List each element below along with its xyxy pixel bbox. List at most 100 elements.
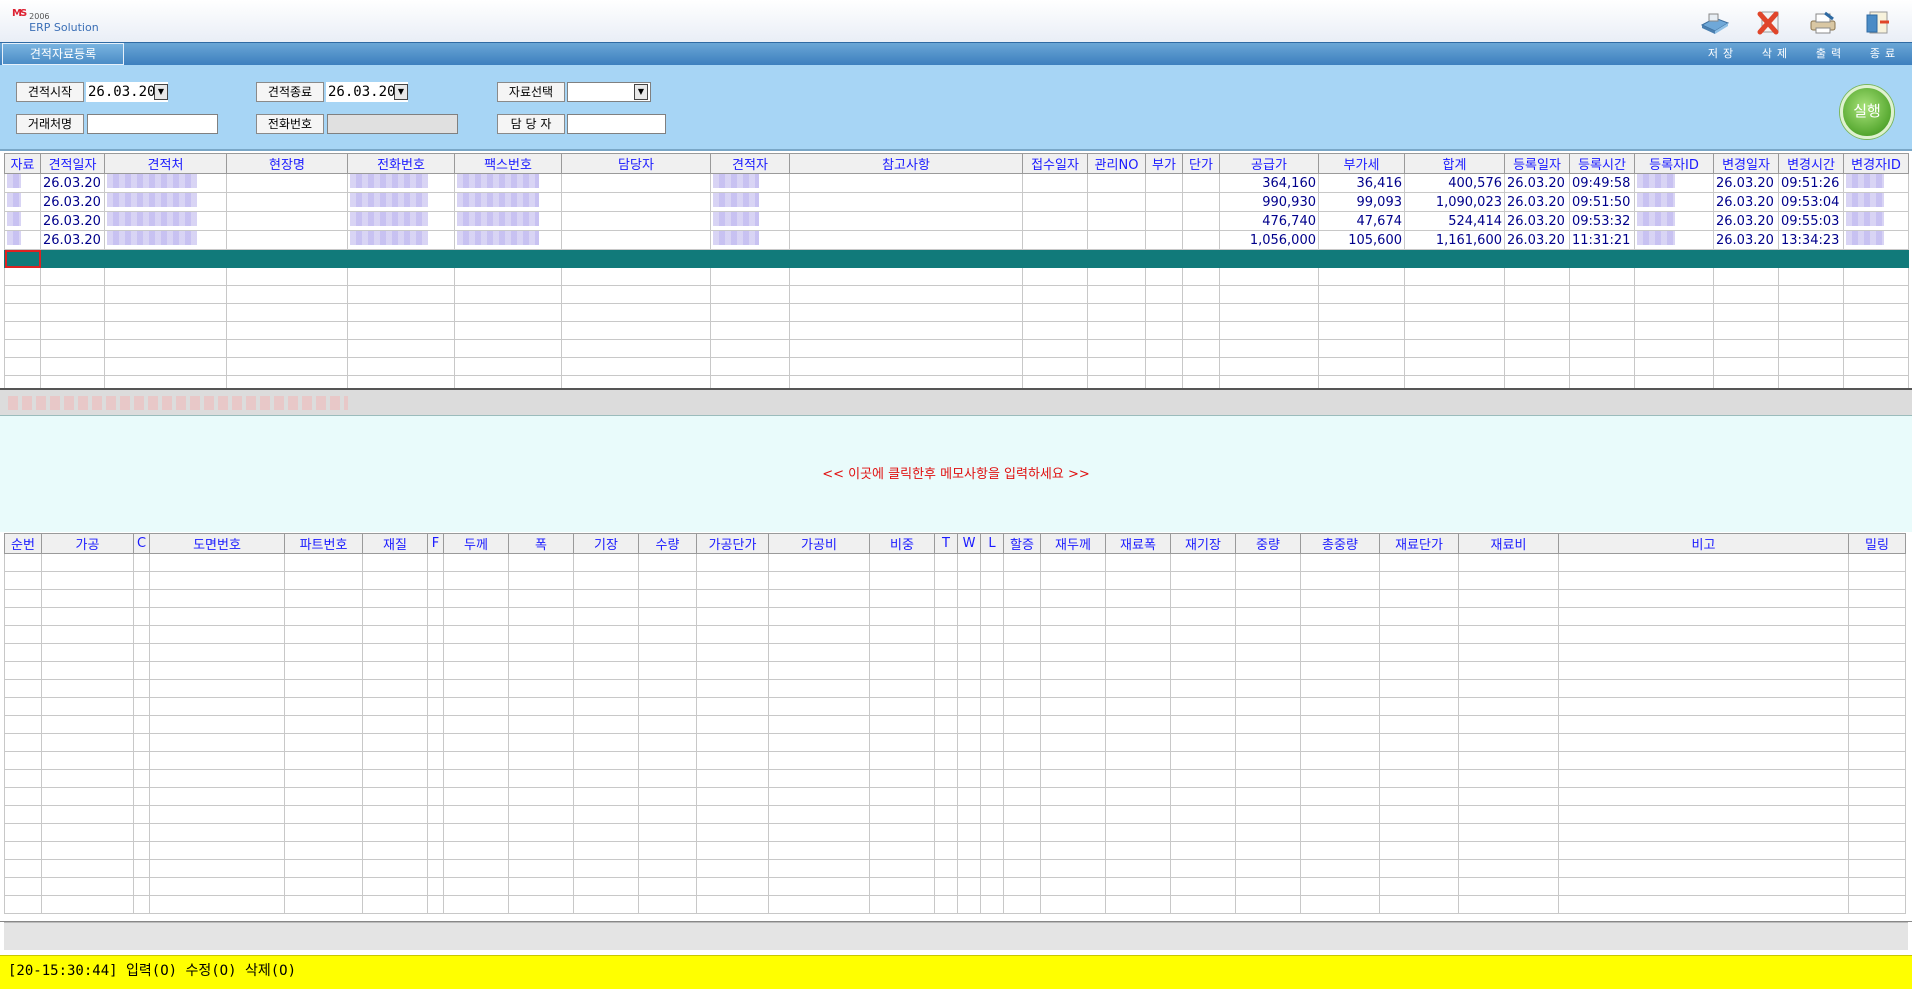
table-cell[interactable] (561, 173, 711, 193)
table-cell[interactable] (1300, 589, 1380, 608)
table-cell[interactable] (638, 589, 697, 608)
table-cell[interactable] (980, 787, 1004, 806)
table-cell[interactable] (1778, 267, 1844, 286)
table-cell[interactable] (133, 787, 150, 806)
table-cell[interactable] (869, 841, 935, 860)
table-cell[interactable] (1105, 859, 1171, 878)
table-cell[interactable] (638, 823, 697, 842)
table-cell[interactable] (1713, 375, 1779, 388)
table-cell[interactable] (1458, 733, 1559, 752)
table-cell[interactable] (1170, 607, 1236, 626)
table-row[interactable]: 26.03.20 364,160 36,416 400,576 26.03.20 09:4… (4, 173, 1909, 193)
table-cell[interactable] (454, 375, 562, 388)
table-cell[interactable] (768, 589, 870, 608)
table-cell[interactable] (1105, 805, 1171, 824)
table-cell[interactable] (696, 805, 769, 824)
table-cell[interactable] (1778, 285, 1844, 304)
table-cell[interactable] (226, 173, 348, 193)
table-cell[interactable] (40, 357, 105, 376)
table-cell[interactable] (1504, 375, 1570, 388)
table-cell[interactable] (1634, 249, 1714, 268)
table-cell[interactable] (1713, 357, 1779, 376)
table-cell[interactable] (427, 751, 444, 770)
table-cell[interactable] (789, 230, 1023, 250)
table-cell[interactable] (454, 285, 562, 304)
table-cell[interactable] (696, 607, 769, 626)
table-cell[interactable] (1170, 589, 1236, 608)
table-cell[interactable] (1040, 733, 1106, 752)
table-cell[interactable] (980, 823, 1004, 842)
table-cell[interactable] (4, 769, 42, 788)
table-cell[interactable] (454, 173, 562, 193)
table-cell[interactable] (226, 303, 348, 322)
table-cell[interactable] (284, 733, 363, 752)
table-cell[interactable] (1404, 267, 1505, 286)
table-cell[interactable] (1235, 679, 1301, 698)
table-cell[interactable] (1022, 321, 1088, 340)
table-cell[interactable] (1458, 823, 1559, 842)
table-cell[interactable] (149, 769, 285, 788)
table-cell[interactable] (638, 679, 697, 698)
table-cell[interactable] (1558, 859, 1849, 878)
table-cell[interactable] (638, 715, 697, 734)
table-cell[interactable] (561, 249, 711, 268)
table-cell[interactable] (1170, 733, 1236, 752)
table-cell[interactable] (454, 267, 562, 286)
table-cell[interactable] (1182, 173, 1220, 193)
column-header[interactable]: 비중 (869, 533, 935, 554)
table-cell[interactable] (4, 285, 41, 304)
table-cell[interactable] (768, 751, 870, 770)
table-cell[interactable] (1843, 267, 1909, 286)
table-cell[interactable] (1558, 571, 1849, 590)
end-date-dropdown-icon[interactable]: ▼ (394, 84, 408, 100)
table-cell[interactable] (4, 303, 41, 322)
table-cell[interactable] (133, 607, 150, 626)
table-cell[interactable] (1105, 625, 1171, 644)
column-header[interactable]: 견적처 (104, 153, 227, 174)
table-cell[interactable] (133, 895, 150, 914)
table-cell[interactable] (1170, 841, 1236, 860)
table-cell[interactable] (869, 751, 935, 770)
table-cell[interactable] (133, 715, 150, 734)
table-cell[interactable] (149, 895, 285, 914)
table-cell[interactable] (1105, 751, 1171, 770)
table-cell[interactable]: 1,056,000 (1219, 230, 1319, 250)
delete-button[interactable]: 삭제 (1750, 45, 1804, 63)
table-cell[interactable] (284, 805, 363, 824)
table-cell[interactable] (1504, 321, 1570, 340)
table-row[interactable]: 26.03.20 476,740 47,674 524,414 26.03.20 09:5… (4, 211, 1909, 231)
table-cell[interactable] (454, 192, 562, 212)
table-cell[interactable] (789, 321, 1023, 340)
table-cell[interactable] (443, 877, 509, 896)
table-cell[interactable] (1003, 769, 1041, 788)
table-cell[interactable] (1022, 285, 1088, 304)
table-cell[interactable] (454, 211, 562, 231)
table-cell[interactable] (696, 823, 769, 842)
table-cell[interactable]: 09:51:26 (1778, 173, 1844, 193)
table-cell[interactable] (957, 571, 981, 590)
table-cell[interactable] (4, 751, 42, 770)
table-cell[interactable] (1040, 697, 1106, 716)
table-cell[interactable] (347, 339, 455, 358)
table-cell[interactable] (362, 895, 428, 914)
table-cell[interactable] (427, 715, 444, 734)
table-cell[interactable]: 26.03.20 (1504, 230, 1570, 250)
table-cell[interactable] (362, 787, 428, 806)
table-cell[interactable] (508, 877, 574, 896)
table-cell[interactable] (789, 249, 1023, 268)
table-cell[interactable] (1087, 211, 1146, 231)
table-cell[interactable] (133, 751, 150, 770)
column-header[interactable]: L (980, 533, 1004, 554)
table-cell[interactable] (1634, 303, 1714, 322)
table-cell[interactable] (427, 643, 444, 662)
table-cell[interactable] (1379, 607, 1459, 626)
table-cell[interactable] (934, 877, 958, 896)
table-cell[interactable] (362, 571, 428, 590)
table-cell[interactable]: 26.03.20 (1713, 230, 1779, 250)
table-cell[interactable] (1569, 339, 1635, 358)
table-cell[interactable] (4, 357, 41, 376)
table-cell[interactable] (1569, 267, 1635, 286)
table-cell[interactable] (104, 375, 227, 388)
table-cell[interactable] (362, 679, 428, 698)
table-cell[interactable]: 36,416 (1318, 173, 1405, 193)
